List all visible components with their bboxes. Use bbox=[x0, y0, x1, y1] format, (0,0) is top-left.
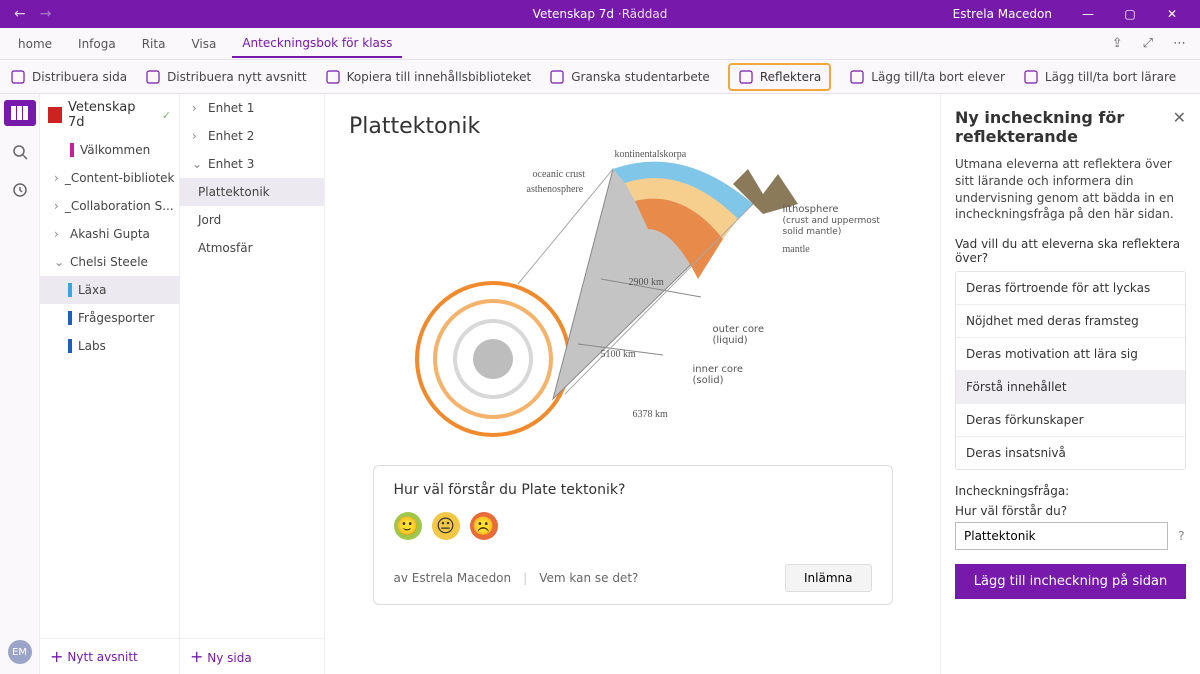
search-icon[interactable] bbox=[8, 140, 32, 164]
avatar[interactable]: EM bbox=[8, 640, 32, 664]
page-canvas: Plattektonik bbox=[325, 94, 940, 674]
reflect-option-4[interactable]: Deras förkunskaper bbox=[956, 403, 1185, 436]
reflect-options-list: Deras förtroende för att lyckasNöjdhet m… bbox=[955, 271, 1186, 470]
ribbon-reflektera[interactable]: Reflektera bbox=[728, 63, 831, 91]
section--content-bibliotek[interactable]: ›_Content-bibliotek bbox=[40, 164, 179, 192]
notebooks-icon[interactable] bbox=[4, 100, 36, 126]
checkin-label: Incheckningsfråga: bbox=[955, 484, 1186, 498]
add-checkin-button[interactable]: Lägg till incheckning på sidan bbox=[955, 564, 1186, 599]
user-name[interactable]: Estrela Macedon bbox=[953, 7, 1052, 21]
ribbon-kopiera-till-inneh-llsbiblioteket[interactable]: Kopiera till innehållsbiblioteket bbox=[325, 69, 532, 85]
nav-back-icon[interactable]: ← bbox=[10, 6, 30, 22]
window-restore-icon[interactable]: ▢ bbox=[1110, 3, 1150, 25]
emoji-happy-icon[interactable]: 🙂 bbox=[394, 512, 422, 540]
page-title: Plattektonik bbox=[349, 114, 916, 139]
unit-enhet-3[interactable]: ⌄Enhet 3 bbox=[180, 150, 324, 178]
pages-column: ›Enhet 1›Enhet 2⌄Enhet 3PlattektonikJord… bbox=[180, 94, 325, 674]
reflect-option-2[interactable]: Deras motivation att lära sig bbox=[956, 337, 1185, 370]
add-teacher-icon bbox=[1023, 69, 1039, 85]
window-minimize-icon[interactable]: — bbox=[1068, 3, 1108, 25]
section-fr-gesporter[interactable]: Frågesporter bbox=[40, 304, 179, 332]
ribbon-distribuera-sida[interactable]: Distribuera sida bbox=[10, 69, 127, 85]
sections-column: Vetenskap 7d ✓ Välkommen›_Content-biblio… bbox=[40, 94, 180, 674]
window-close-icon[interactable]: ✕ bbox=[1152, 3, 1192, 25]
tab-rita[interactable]: Rita bbox=[132, 31, 176, 57]
review-icon bbox=[549, 69, 565, 85]
add-student-icon bbox=[849, 69, 865, 85]
ribbon: Distribuera sida Distribuera nytt avsnitt… bbox=[0, 60, 1200, 94]
submit-button[interactable]: Inlämna bbox=[785, 564, 871, 592]
section-l-xa[interactable]: Läxa bbox=[40, 276, 179, 304]
ribbon-granska-studentarbete[interactable]: Granska studentarbete bbox=[549, 69, 710, 85]
panel-title: Ny incheckning för reflekterande ✕ bbox=[955, 108, 1186, 146]
panel-close-icon[interactable]: ✕ bbox=[1173, 108, 1186, 127]
sync-check-icon: ✓ bbox=[162, 109, 171, 122]
emoji-sad-icon[interactable]: ☹️ bbox=[470, 512, 498, 540]
reflect-panel: Ny incheckning för reflekterande ✕ Utman… bbox=[940, 94, 1200, 674]
reflect-author: av Estrela Macedon bbox=[394, 571, 512, 585]
share-icon[interactable]: ⇪ bbox=[1106, 36, 1129, 51]
copy-library-icon bbox=[325, 69, 341, 85]
reflect-icon bbox=[738, 69, 754, 85]
fullscreen-icon[interactable]: ⤢ bbox=[1137, 36, 1159, 51]
ribbon-l-gg-till-ta-bort-elever[interactable]: Lägg till/ta bort elever bbox=[849, 69, 1005, 85]
reflect-option-5[interactable]: Deras insatsnivå bbox=[956, 436, 1185, 469]
distribute-section-icon bbox=[145, 69, 161, 85]
checkin-sub: Hur väl förstår du? bbox=[955, 504, 1186, 518]
new-page-button[interactable]: + Ny sida bbox=[180, 638, 324, 674]
reflect-over-label: Vad vill du att eleverna ska reflektera … bbox=[955, 237, 1186, 265]
who-can-see-link[interactable]: Vem kan se det? bbox=[539, 571, 638, 585]
distribute-page-icon bbox=[10, 69, 26, 85]
tab-anteckningsbok-för-klass[interactable]: Anteckningsbok för klass bbox=[232, 30, 402, 58]
reflect-option-3[interactable]: Förstå innehållet bbox=[956, 370, 1185, 403]
nav-forward-icon[interactable]: → bbox=[36, 6, 56, 22]
recent-icon[interactable] bbox=[8, 178, 32, 202]
section-labs[interactable]: Labs bbox=[40, 332, 179, 360]
tab-strip: homeInfogaRitaVisaAnteckningsbok för kla… bbox=[0, 28, 1200, 60]
titlebar: ← → Vetenskap 7d ·Räddad Estrela Macedon… bbox=[0, 0, 1200, 28]
emoji-neutral-icon[interactable]: 😐 bbox=[432, 512, 460, 540]
section-chelsi-steele[interactable]: ⌄Chelsi Steele bbox=[40, 248, 179, 276]
window-title: Vetenskap 7d ·Räddad bbox=[533, 7, 668, 21]
notebook-icon bbox=[48, 107, 62, 123]
ribbon-l-gg-till-ta-bort-l-rare[interactable]: Lägg till/ta bort lärare bbox=[1023, 69, 1176, 85]
reflect-question: Hur väl förstår du Plate tektonik? bbox=[394, 482, 872, 498]
page-jord[interactable]: Jord bbox=[180, 206, 324, 234]
unit-enhet-2[interactable]: ›Enhet 2 bbox=[180, 122, 324, 150]
left-rail: EM bbox=[0, 94, 40, 674]
unit-enhet-1[interactable]: ›Enhet 1 bbox=[180, 94, 324, 122]
help-icon[interactable]: ? bbox=[1178, 528, 1185, 543]
section-v-lkommen[interactable]: Välkommen bbox=[40, 136, 179, 164]
reflect-option-1[interactable]: Nöjdhet med deras framsteg bbox=[956, 304, 1185, 337]
section--collaboration-s-[interactable]: ›_Collaboration S... bbox=[40, 192, 179, 220]
reflect-option-0[interactable]: Deras förtroende för att lyckas bbox=[956, 272, 1185, 304]
page-plattektonik[interactable]: Plattektonik bbox=[180, 178, 324, 206]
section-akashi-gupta[interactable]: ›Akashi Gupta bbox=[40, 220, 179, 248]
earth-layers-diagram: kontinentalskorpa oceanic crust asthenos… bbox=[383, 149, 883, 449]
reflect-card: Hur väl förstår du Plate tektonik? 🙂 😐 ☹… bbox=[373, 465, 893, 605]
tab-infoga[interactable]: Infoga bbox=[68, 31, 126, 57]
panel-description: Utmana eleverna att reflektera över sitt… bbox=[955, 156, 1186, 223]
ribbon-distribuera-nytt-avsnitt[interactable]: Distribuera nytt avsnitt bbox=[145, 69, 307, 85]
tab-visa[interactable]: Visa bbox=[181, 31, 226, 57]
page-atmosfär[interactable]: Atmosfär bbox=[180, 234, 324, 262]
tab-home[interactable]: home bbox=[8, 31, 62, 57]
checkin-topic-input[interactable] bbox=[955, 522, 1168, 550]
notebook-header[interactable]: Vetenskap 7d ✓ bbox=[40, 94, 179, 136]
more-icon[interactable]: ⋯ bbox=[1167, 36, 1192, 51]
new-section-button[interactable]: + Nytt avsnitt bbox=[40, 638, 179, 674]
